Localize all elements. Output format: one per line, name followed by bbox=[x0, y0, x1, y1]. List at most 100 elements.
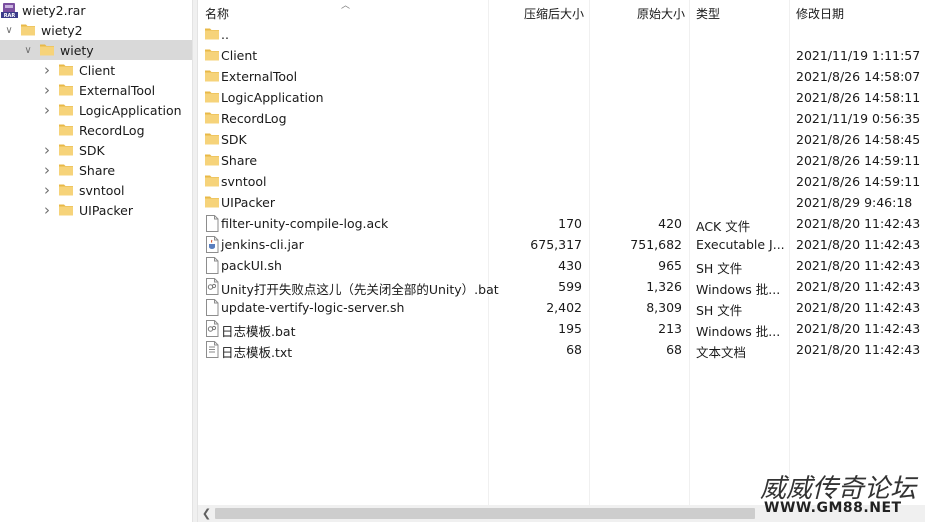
watermark: 威威传奇论坛 WWW.GM88.NET bbox=[760, 468, 922, 520]
file-row[interactable]: RecordLog 2021/11/19 0:56:35 bbox=[198, 108, 925, 129]
file-icon bbox=[204, 215, 220, 235]
file-row[interactable]: ExternalTool 2021/8/26 14:58:07 bbox=[198, 66, 925, 87]
file-name: ExternalTool bbox=[221, 69, 298, 84]
folder-icon bbox=[204, 152, 220, 170]
tree-node[interactable]: RecordLog bbox=[0, 120, 192, 140]
folder-icon bbox=[204, 68, 220, 86]
tree-root-archive[interactable]: RAR wiety2.rar bbox=[0, 0, 192, 20]
file-name: filter-unity-compile-log.ack bbox=[221, 216, 389, 231]
file-row[interactable]: Unity打开失败点这儿（先关闭全部的Unity）.bat 599 1,326 Win… bbox=[198, 276, 925, 297]
packed-size: 2,402 bbox=[546, 300, 582, 315]
batch-file-icon bbox=[204, 320, 220, 340]
file-row[interactable]: filter-unity-compile-log.ack 170 420 ACK 文件… bbox=[198, 213, 925, 234]
column-header-original-size[interactable]: 原始大小 bbox=[589, 0, 685, 24]
original-size: 213 bbox=[658, 321, 682, 336]
chevron-down-icon[interactable]: ∨ bbox=[22, 40, 34, 60]
file-row[interactable]: Share 2021/8/26 14:59:11 bbox=[198, 150, 925, 171]
tree-node[interactable]: › Share bbox=[0, 160, 192, 180]
modified-date: 2021/8/20 11:42:43 bbox=[796, 258, 921, 273]
tree-node-label: svntool bbox=[79, 183, 125, 198]
folder-icon bbox=[204, 47, 220, 65]
rar-archive-icon: RAR bbox=[1, 2, 18, 22]
watermark-url: WWW.GM88.NET bbox=[764, 500, 902, 516]
file-row[interactable]: .. bbox=[198, 24, 925, 45]
file-name: 日志模板.txt bbox=[221, 345, 293, 360]
tree-node-label: SDK bbox=[79, 143, 105, 158]
packed-size: 195 bbox=[558, 321, 582, 336]
archive-name: wiety2.rar bbox=[22, 3, 86, 18]
tree-node[interactable]: › LogicApplication bbox=[0, 100, 192, 120]
file-type: Executable J... bbox=[696, 237, 784, 252]
file-row[interactable]: Client 2021/11/19 1:11:57 bbox=[198, 45, 925, 66]
file-type: SH 文件 bbox=[696, 261, 743, 276]
chevron-right-icon[interactable]: › bbox=[41, 80, 53, 100]
chevron-right-icon[interactable]: › bbox=[41, 100, 53, 120]
file-type: 文本文档 bbox=[696, 345, 747, 360]
tree-node[interactable]: ∨ wiety bbox=[0, 40, 192, 60]
chevron-right-icon[interactable]: › bbox=[41, 200, 53, 220]
folder-icon bbox=[204, 173, 220, 191]
folder-icon bbox=[58, 122, 74, 140]
column-header-packed-size[interactable]: 压缩后大小 bbox=[488, 0, 584, 24]
modified-date: 2021/8/26 14:59:11 bbox=[796, 174, 921, 189]
scrollbar-thumb[interactable] bbox=[215, 508, 755, 519]
file-row[interactable]: UIPacker 2021/8/29 9:46:18 bbox=[198, 192, 925, 213]
file-name: UIPacker bbox=[221, 195, 275, 210]
file-type: Windows 批... bbox=[696, 282, 781, 297]
scroll-left-icon[interactable]: ❮ bbox=[198, 505, 215, 522]
tree-node[interactable]: › UIPacker bbox=[0, 200, 192, 220]
folder-icon bbox=[58, 102, 74, 120]
modified-date: 2021/8/20 11:42:43 bbox=[796, 279, 921, 294]
file-row[interactable]: update-vertify-logic-server.sh 2,402 8,309… bbox=[198, 297, 925, 318]
modified-date: 2021/8/20 11:42:43 bbox=[796, 342, 921, 357]
folder-icon bbox=[58, 162, 74, 180]
packed-size: 430 bbox=[558, 258, 582, 273]
chevron-right-icon[interactable]: › bbox=[41, 140, 53, 160]
file-icon bbox=[204, 299, 220, 319]
folder-icon bbox=[58, 142, 74, 160]
tree-node-label: Share bbox=[79, 163, 116, 178]
file-row[interactable]: svntool 2021/8/26 14:59:11 bbox=[198, 171, 925, 192]
file-row[interactable]: 日志模板.bat 195 213 Windows 批... 2021/8/20 11:4… bbox=[198, 318, 925, 339]
column-header-type[interactable]: 类型 bbox=[696, 0, 786, 24]
file-name: Client bbox=[221, 48, 258, 63]
tree-node-label: UIPacker bbox=[79, 203, 133, 218]
modified-date: 2021/8/20 11:42:43 bbox=[796, 216, 921, 231]
tree-node[interactable]: › svntool bbox=[0, 180, 192, 200]
file-row[interactable]: 日志模板.txt 68 68 文本文档 2021/8/20 11:42:43 bbox=[198, 339, 925, 360]
file-row[interactable]: jenkins-cli.jar 675,317 751,682 Executable … bbox=[198, 234, 925, 255]
folder-tree: RAR wiety2.rar ∨ wiety2 ∨ wiety › Client › Exte… bbox=[0, 0, 192, 522]
chevron-right-icon[interactable]: › bbox=[41, 60, 53, 80]
tree-node-label: ExternalTool bbox=[79, 83, 156, 98]
tree-node[interactable]: ∨ wiety2 bbox=[0, 20, 192, 40]
file-type: SH 文件 bbox=[696, 303, 743, 318]
folder-icon bbox=[58, 182, 74, 200]
chevron-right-icon[interactable]: › bbox=[41, 160, 53, 180]
file-name: jenkins-cli.jar bbox=[221, 237, 304, 252]
tree-node[interactable]: › Client bbox=[0, 60, 192, 80]
file-name: svntool bbox=[221, 174, 267, 189]
original-size: 8,309 bbox=[646, 300, 682, 315]
folder-icon bbox=[204, 110, 220, 128]
folder-icon bbox=[58, 202, 74, 220]
modified-date: 2021/8/20 11:42:43 bbox=[796, 237, 921, 252]
file-name: LogicApplication bbox=[221, 90, 324, 105]
file-row[interactable]: LogicApplication 2021/8/26 14:58:11 bbox=[198, 87, 925, 108]
chevron-down-icon[interactable]: ∨ bbox=[3, 20, 15, 40]
file-type: ACK 文件 bbox=[696, 219, 751, 234]
packed-size: 675,317 bbox=[530, 237, 582, 252]
tree-node[interactable]: › SDK bbox=[0, 140, 192, 160]
modified-date: 2021/8/20 11:42:43 bbox=[796, 321, 921, 336]
packed-size: 68 bbox=[566, 342, 582, 357]
modified-date: 2021/8/20 11:42:43 bbox=[796, 300, 921, 315]
original-size: 1,326 bbox=[646, 279, 682, 294]
column-headers: 名称 ︿ 压缩后大小 原始大小 类型 修改日期 bbox=[198, 0, 925, 24]
jar-file-icon bbox=[204, 236, 220, 256]
tree-node-label: Client bbox=[79, 63, 116, 78]
tree-node[interactable]: › ExternalTool bbox=[0, 80, 192, 100]
chevron-right-icon[interactable]: › bbox=[41, 180, 53, 200]
file-row[interactable]: SDK 2021/8/26 14:58:45 bbox=[198, 129, 925, 150]
file-row[interactable]: packUI.sh 430 965 SH 文件 2021/8/20 11:42:43 bbox=[198, 255, 925, 276]
modified-date: 2021/8/26 14:58:45 bbox=[796, 132, 921, 147]
column-header-modified[interactable]: 修改日期 bbox=[796, 0, 916, 24]
